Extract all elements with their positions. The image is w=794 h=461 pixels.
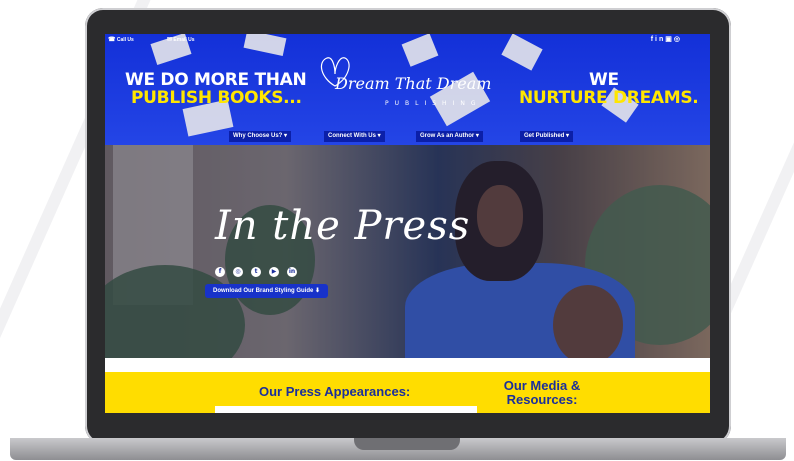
download-brand-guide-button[interactable]: Download Our Brand Styling Guide ⬇ <box>205 284 329 298</box>
envelope-icon: ✉ <box>167 37 173 43</box>
headline-left-line2: PUBLISH BOOKS... <box>131 88 302 108</box>
instagram-icon[interactable]: ◎ <box>674 36 682 43</box>
headline-right-line2: NURTURE DREAMS. <box>519 88 699 108</box>
linkedin-icon[interactable]: in <box>655 36 665 43</box>
site-header: ☎ Call Us ✉ Email Us fin▣◎ WE DO MORE TH… <box>105 34 710 145</box>
main-navigation: Why Choose Us? ▾ Connect With Us ▾ Grow … <box>105 131 710 143</box>
email-us-link[interactable]: ✉ Email Us <box>167 36 195 43</box>
hero-title: In the Press <box>215 203 471 249</box>
call-us-label: Call Us <box>116 37 134 43</box>
youtube-icon[interactable]: ▶ <box>269 267 279 277</box>
media-resources-heading: Our Media & Resources: <box>503 378 581 407</box>
instagram-icon[interactable]: ◎ <box>233 267 243 277</box>
press-appearances-heading: Our Press Appearances: <box>259 384 411 399</box>
headline-right-line1: WE <box>589 70 619 90</box>
hero-banner: In the Press f ◎ t ▶ in Download Our Bra… <box>105 145 710 358</box>
facebook-icon[interactable]: f <box>215 267 225 277</box>
nav-connect-with-us[interactable]: Connect With Us ▾ <box>324 131 385 142</box>
press-content-card <box>215 406 477 413</box>
logo-wordmark: Dream That Dream <box>335 74 492 93</box>
nav-why-choose-us[interactable]: Why Choose Us? ▾ <box>229 131 292 142</box>
top-utility-bar: ☎ Call Us ✉ Email Us fin▣◎ <box>105 34 710 46</box>
twitter-icon[interactable]: t <box>251 267 261 277</box>
header-social-links: fin▣◎ <box>651 35 682 43</box>
nav-get-published[interactable]: Get Published ▾ <box>520 131 574 142</box>
youtube-icon[interactable]: ▣ <box>665 36 674 43</box>
nav-grow-as-author[interactable]: Grow As an Author ▾ <box>416 131 483 142</box>
phone-icon: ☎ <box>108 37 116 43</box>
hero-color-overlay <box>105 145 710 358</box>
press-section: Our Press Appearances: Our Media & Resou… <box>105 372 710 413</box>
section-divider <box>105 358 710 373</box>
laptop-notch <box>354 438 460 450</box>
linkedin-icon[interactable]: in <box>287 267 297 277</box>
logo-subtitle: PUBLISHING <box>385 100 482 107</box>
headline-left-line1: WE DO MORE THAN <box>125 70 307 90</box>
browser-viewport: ☎ Call Us ✉ Email Us fin▣◎ WE DO MORE TH… <box>105 34 710 413</box>
site-logo[interactable]: Dream That Dream PUBLISHING <box>315 52 495 122</box>
call-us-link[interactable]: ☎ Call Us <box>108 36 134 43</box>
hero-social-links: f ◎ t ▶ in <box>215 267 297 277</box>
email-us-label: Email Us <box>173 37 195 43</box>
